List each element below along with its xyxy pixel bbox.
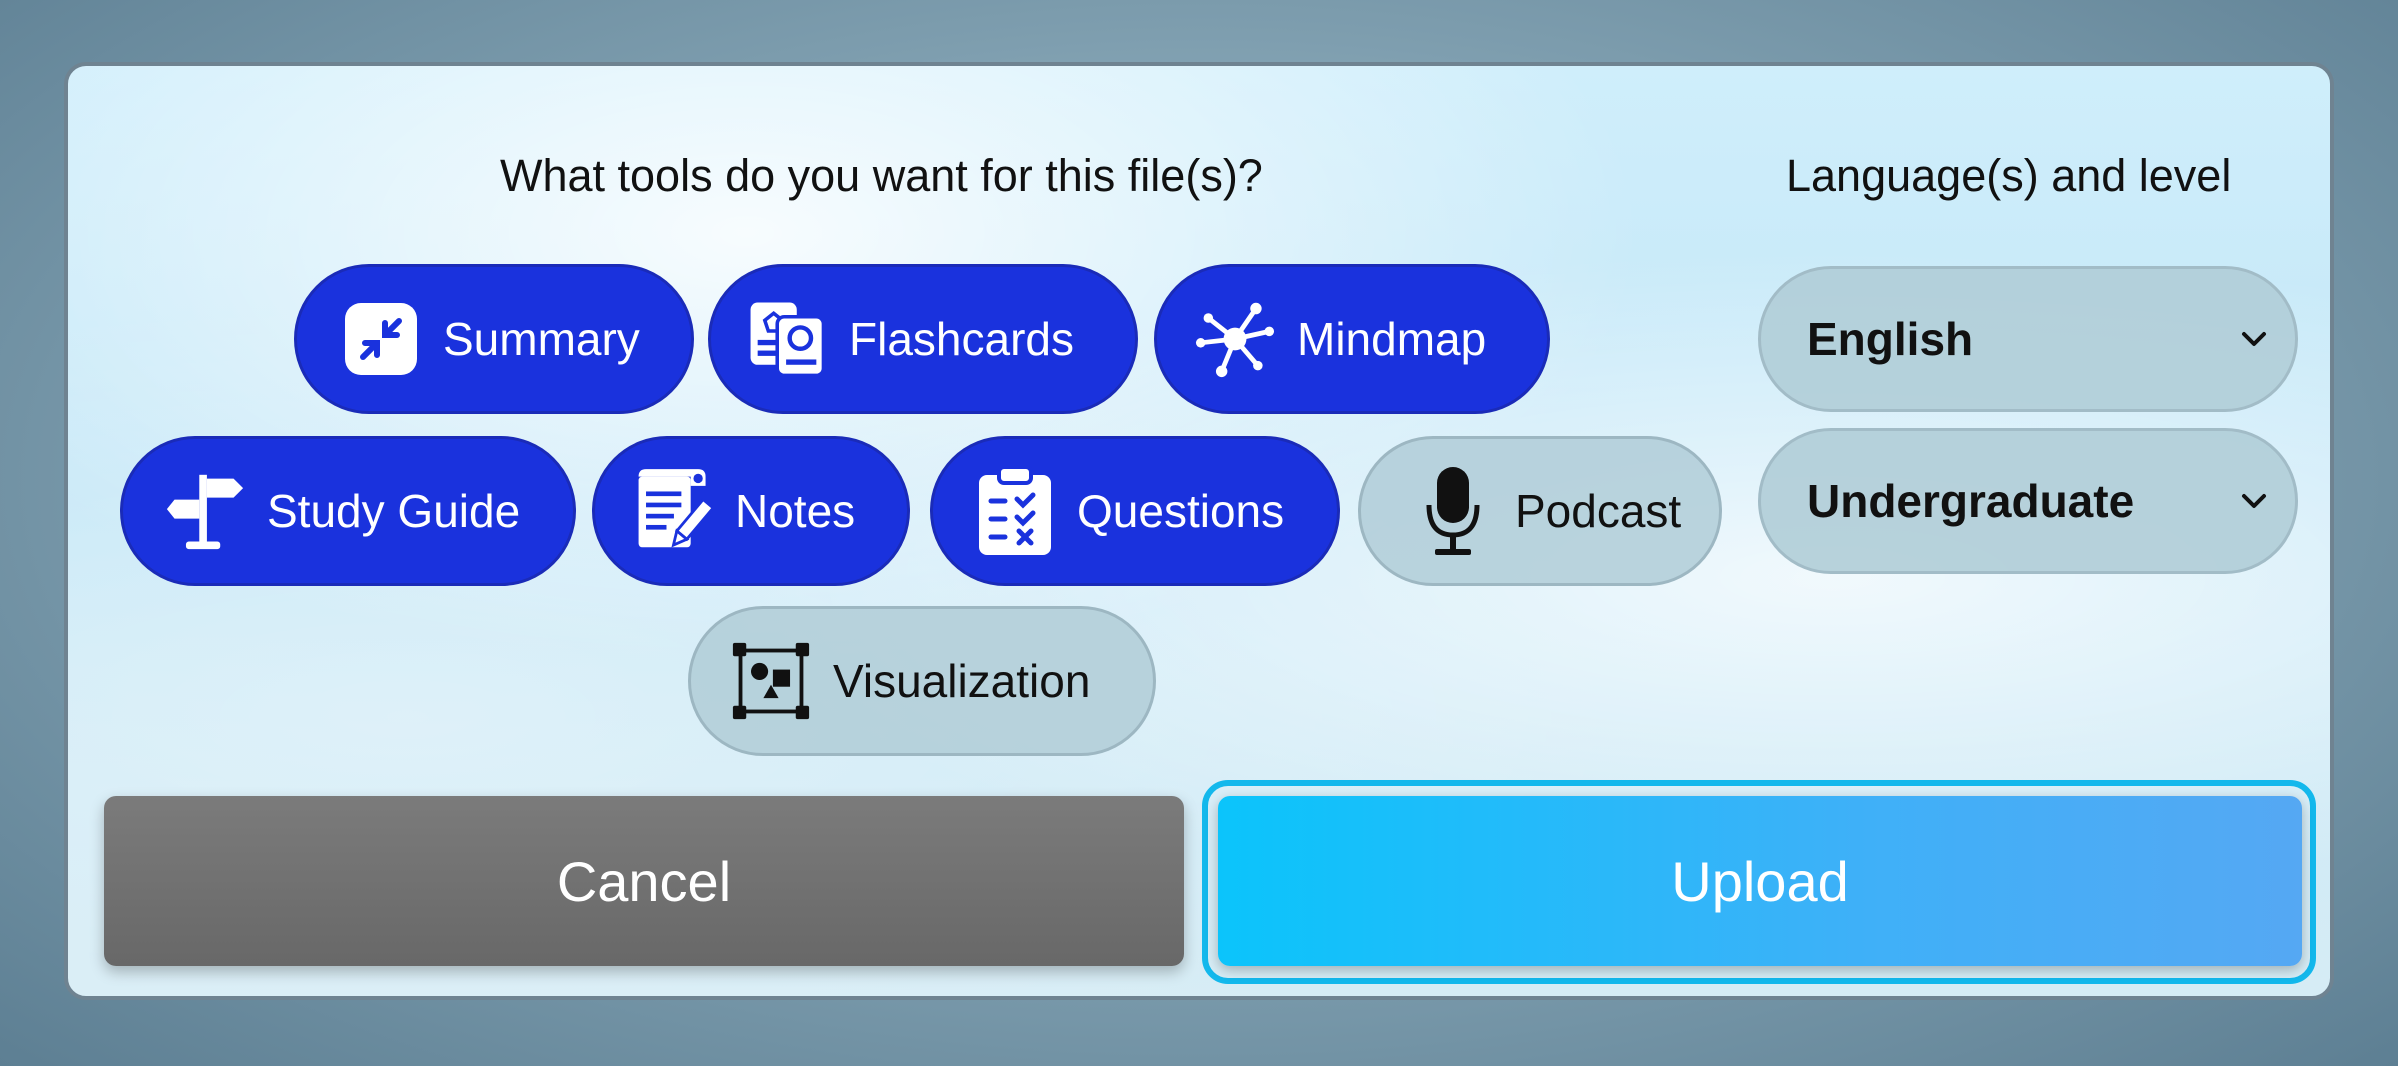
chevron-down-icon: [2242, 332, 2266, 346]
chevron-down-icon: [2242, 494, 2266, 508]
tool-chip-label: Study Guide: [267, 485, 521, 537]
tool-chip-label: Notes: [735, 485, 856, 537]
tool-chip-label: Flashcards: [849, 313, 1074, 365]
notes-icon: [633, 469, 713, 551]
language-select[interactable]: English: [1758, 266, 2298, 412]
microphone-icon: [1413, 467, 1493, 555]
tool-chip-notes[interactable]: Notes: [592, 436, 910, 586]
tool-chip-label: Questions: [1077, 485, 1285, 537]
mindmap-icon: [1195, 299, 1275, 379]
signpost-icon: [165, 471, 245, 551]
language-heading: Language(s) and level: [1786, 150, 2232, 201]
tool-chip-label: Mindmap: [1297, 313, 1487, 365]
level-select-value: Undergraduate: [1807, 475, 2135, 527]
tool-chip-questions[interactable]: Questions: [930, 436, 1340, 586]
level-select[interactable]: Undergraduate: [1758, 428, 2298, 574]
upload-button[interactable]: Upload: [1218, 796, 2302, 966]
tool-chip-label: Visualization: [833, 655, 1091, 707]
tool-chip-label: Podcast: [1515, 485, 1682, 537]
tool-chip-summary[interactable]: Summary: [294, 264, 694, 414]
language-select-value: English: [1807, 313, 1974, 365]
shapes-icon: [731, 641, 811, 721]
compress-icon: [341, 299, 421, 379]
flashcards-icon: [747, 299, 827, 379]
tools-heading: What tools do you want for this file(s)?: [500, 150, 1263, 201]
tool-chip-visualization[interactable]: Visualization: [688, 606, 1156, 756]
tool-chip-label: Summary: [443, 313, 640, 365]
clipboard-checklist-icon: [975, 465, 1055, 555]
upload-tools-dialog: What tools do you want for this file(s)?…: [64, 62, 2334, 1000]
tool-chip-mindmap[interactable]: Mindmap: [1154, 264, 1550, 414]
tool-chip-podcast[interactable]: Podcast: [1358, 436, 1722, 586]
cancel-button[interactable]: Cancel: [104, 796, 1184, 966]
tool-chip-flashcards[interactable]: Flashcards: [708, 264, 1138, 414]
tool-chip-study-guide[interactable]: Study Guide: [120, 436, 576, 586]
